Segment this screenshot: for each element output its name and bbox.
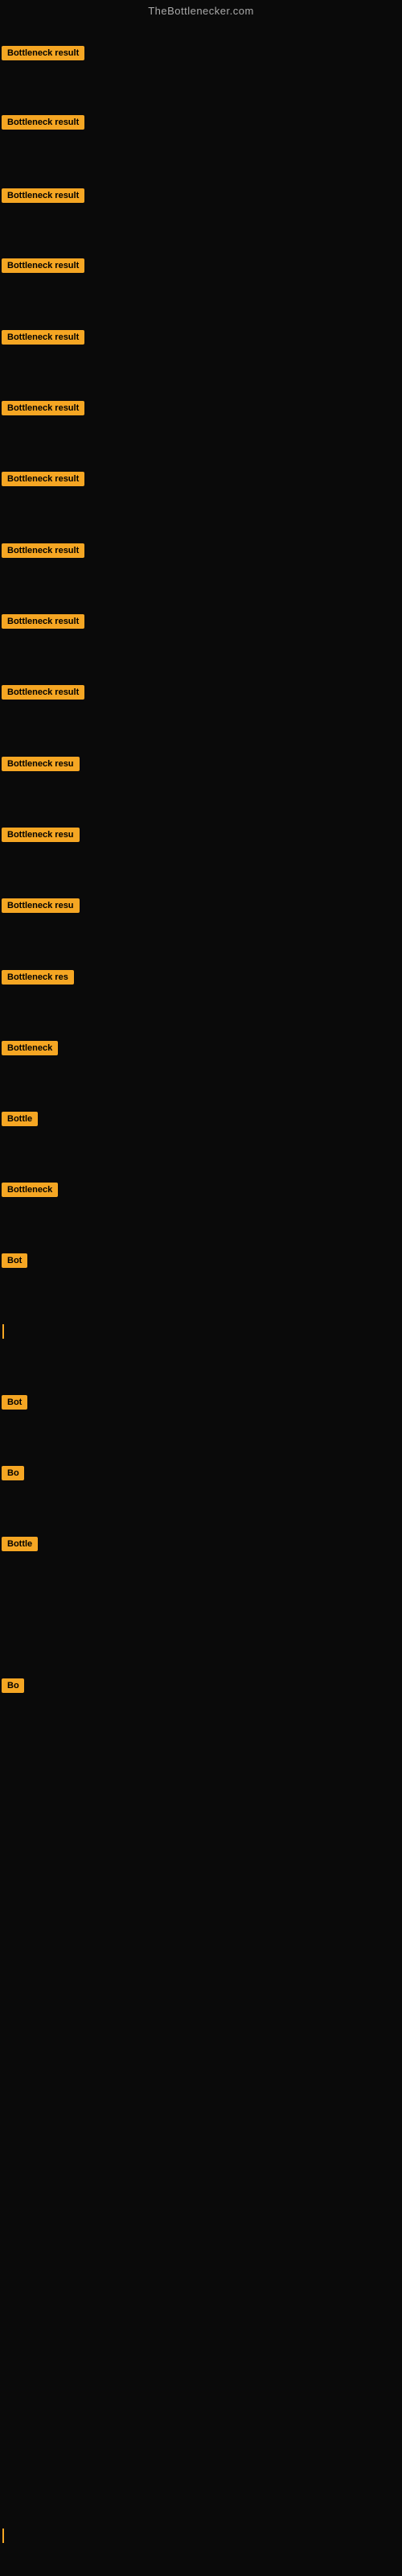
badge-row-3: Bottleneck result (2, 188, 84, 207)
badge-row-17: Bottleneck (2, 1183, 58, 1201)
bottleneck-badge-21[interactable]: Bo (2, 1466, 24, 1480)
badge-row-10: Bottleneck result (2, 685, 84, 704)
bottleneck-badge-10[interactable]: Bottleneck result (2, 685, 84, 700)
badge-row-9: Bottleneck result (2, 614, 84, 633)
bottleneck-badge-1[interactable]: Bottleneck result (2, 46, 84, 60)
badge-row-1: Bottleneck result (2, 46, 84, 64)
bottleneck-badge-8[interactable]: Bottleneck result (2, 543, 84, 558)
badge-row-18: Bot (2, 1253, 27, 1272)
badge-row-13: Bottleneck resu (2, 898, 80, 917)
vertical-line-19 (2, 1324, 4, 1339)
badge-row-22: Bottle (2, 1537, 38, 1555)
bottleneck-badge-9[interactable]: Bottleneck result (2, 614, 84, 629)
bottleneck-badge-15[interactable]: Bottleneck (2, 1041, 58, 1055)
bottleneck-badge-24[interactable]: Bo (2, 1678, 24, 1693)
badge-row-20: Bot (2, 1395, 27, 1414)
bottleneck-badge-6[interactable]: Bottleneck result (2, 401, 84, 415)
bottleneck-badge-3[interactable]: Bottleneck result (2, 188, 84, 203)
site-title: TheBottlenecker.com (0, 0, 402, 20)
bottleneck-badge-12[interactable]: Bottleneck resu (2, 828, 80, 842)
badge-row-12: Bottleneck resu (2, 828, 80, 846)
badge-row-14: Bottleneck res (2, 970, 74, 989)
badge-row-15: Bottleneck (2, 1041, 58, 1059)
badge-row-7: Bottleneck result (2, 472, 84, 490)
bottleneck-badge-11[interactable]: Bottleneck resu (2, 757, 80, 771)
bottleneck-badge-5[interactable]: Bottleneck result (2, 330, 84, 345)
badge-row-21: Bo (2, 1466, 24, 1484)
bottleneck-badge-18[interactable]: Bot (2, 1253, 27, 1268)
badge-row-8: Bottleneck result (2, 543, 84, 562)
badge-row-6: Bottleneck result (2, 401, 84, 419)
badge-row-16: Bottle (2, 1112, 38, 1130)
badge-row-2: Bottleneck result (2, 115, 84, 134)
badge-row-11: Bottleneck resu (2, 757, 80, 775)
badge-row-4: Bottleneck result (2, 258, 84, 277)
bottleneck-badge-17[interactable]: Bottleneck (2, 1183, 58, 1197)
badge-row-5: Bottleneck result (2, 330, 84, 349)
bottleneck-badge-16[interactable]: Bottle (2, 1112, 38, 1126)
bottleneck-badge-7[interactable]: Bottleneck result (2, 472, 84, 486)
vertical-line-36 (2, 2529, 4, 2543)
bottleneck-badge-20[interactable]: Bot (2, 1395, 27, 1410)
bottleneck-badge-14[interactable]: Bottleneck res (2, 970, 74, 985)
bottleneck-badge-4[interactable]: Bottleneck result (2, 258, 84, 273)
bottleneck-badge-13[interactable]: Bottleneck resu (2, 898, 80, 913)
badge-row-24: Bo (2, 1678, 24, 1697)
bottleneck-badge-22[interactable]: Bottle (2, 1537, 38, 1551)
bottleneck-badge-2[interactable]: Bottleneck result (2, 115, 84, 130)
